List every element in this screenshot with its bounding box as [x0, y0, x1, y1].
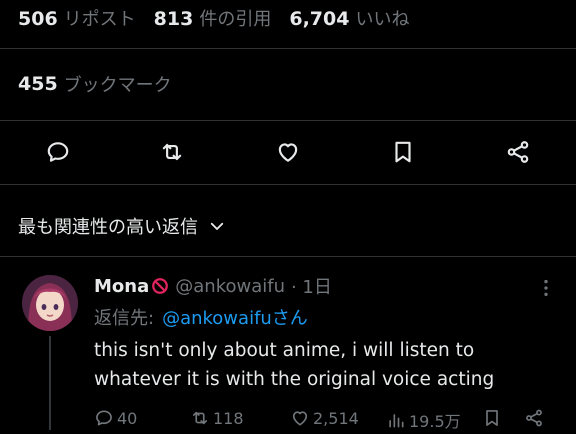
more-icon [544, 279, 548, 297]
repost-icon [162, 143, 182, 161]
reposts-count: 506 [18, 8, 58, 30]
bookmarks-count: 455 [18, 73, 58, 95]
replying-to-label: 返信先: [94, 308, 155, 329]
bookmark-icon [395, 141, 411, 163]
quotes-label: 件の引用 [199, 9, 272, 30]
reply-count: 40 [117, 408, 138, 428]
like-icon [292, 411, 308, 426]
quotes-stat[interactable]: 813 件の引用 [154, 5, 272, 31]
display-name[interactable]: Mona [94, 276, 149, 297]
repost-button[interactable] [154, 134, 190, 170]
chevron-down-icon [210, 222, 224, 230]
likes-count: 6,704 [289, 8, 350, 30]
avatar[interactable] [22, 275, 78, 331]
timestamp[interactable]: · 1日 [291, 273, 332, 299]
likes-stat[interactable]: 6,704 いいね [289, 5, 409, 31]
repost-icon [192, 411, 208, 425]
more-options-button[interactable] [532, 274, 560, 302]
like-icon [278, 143, 298, 162]
views-count: 19.5万 [409, 412, 461, 431]
like-button[interactable] [270, 134, 306, 170]
like-count: 2,514 [313, 408, 359, 428]
divider [0, 184, 576, 185]
share-icon [526, 409, 542, 427]
reply-icon [96, 410, 112, 426]
engagement-stats: 506 リポスト 813 件の引用 6,704 いいね [18, 0, 427, 36]
divider [0, 120, 576, 121]
reply-sort-dropdown[interactable]: 最も関連性の高い返信 [18, 208, 226, 244]
reposts-label: リポスト [63, 9, 136, 30]
bookmark-button[interactable] [385, 134, 421, 170]
reply-like-button[interactable]: 2,514 [290, 408, 359, 428]
reposts-stat[interactable]: 506 リポスト [18, 5, 136, 31]
tweet-action-bar [0, 126, 576, 176]
bookmarks-label: ブックマーク [63, 75, 172, 96]
divider [0, 48, 576, 49]
bookmarks-stat: 455 ブックマーク [18, 66, 172, 102]
avatar-image [22, 275, 78, 331]
views-icon [389, 414, 404, 428]
reply-icon [47, 142, 69, 162]
likes-label: いいね [355, 9, 410, 30]
share-button[interactable] [500, 134, 536, 170]
reply-text: this isn't only about anime, i will list… [94, 340, 495, 390]
divider [0, 256, 576, 257]
reply-share-button[interactable] [524, 408, 547, 428]
reply-bookmark-button[interactable] [482, 408, 505, 428]
prohibited-emoji-icon [152, 278, 169, 294]
quotes-count: 813 [153, 8, 194, 30]
user-handle[interactable]: @ankowaifu [175, 276, 285, 297]
reply-button[interactable] [40, 134, 76, 170]
sort-label: 最も関連性の高い返信 [18, 217, 198, 238]
reply-reply-button[interactable]: 40 [94, 408, 137, 428]
repost-count: 118 [213, 408, 244, 428]
share-icon [507, 141, 529, 163]
reply-views-button[interactable]: 19.5万 [386, 408, 461, 432]
replying-to-handle[interactable]: @ankowaifuさん [162, 304, 308, 330]
replying-to: 返信先: @ankowaifuさん [94, 302, 308, 332]
reply-repost-button[interactable]: 118 [190, 408, 244, 428]
bookmark-icon [486, 410, 498, 426]
reply-header: Mona @ankowaifu · 1日 [94, 270, 332, 302]
thread-line [49, 336, 51, 430]
